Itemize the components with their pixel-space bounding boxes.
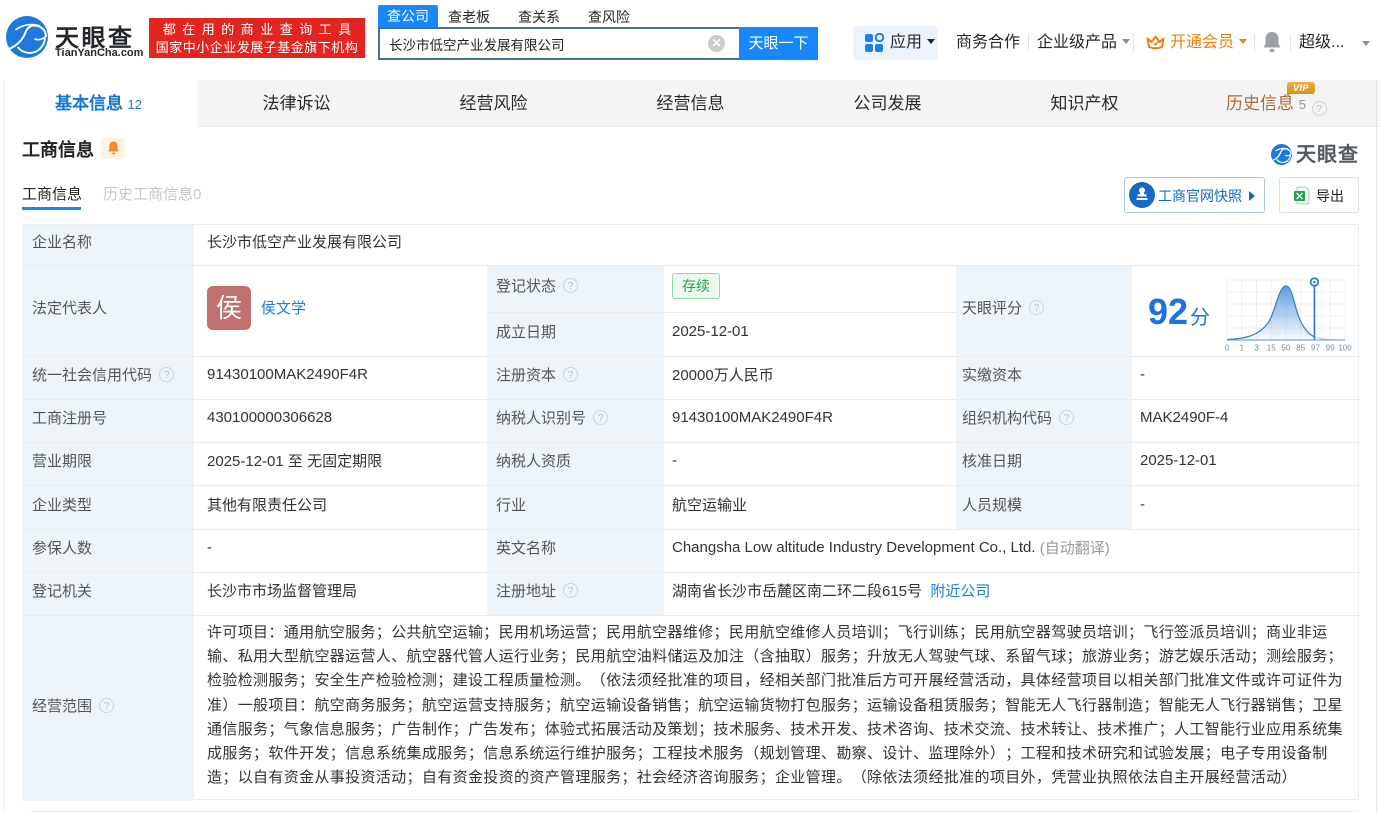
svg-text:97: 97 [1311, 344, 1320, 353]
svg-text:0: 0 [1225, 344, 1230, 353]
svg-text:15: 15 [1267, 344, 1276, 353]
svg-text:99: 99 [1326, 344, 1335, 353]
svg-text:3: 3 [1254, 344, 1259, 353]
svg-text:1: 1 [1240, 344, 1245, 353]
svg-text:85: 85 [1296, 344, 1305, 353]
svg-text:100: 100 [1338, 344, 1352, 353]
svg-text:50: 50 [1282, 344, 1291, 353]
